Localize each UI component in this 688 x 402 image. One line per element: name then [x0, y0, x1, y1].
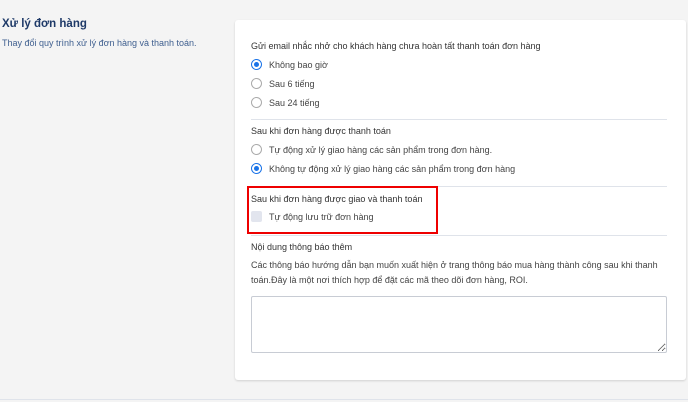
- radio-auto-fulfill[interactable]: Tự động xử lý giao hàng các sản phẩm tro…: [251, 140, 667, 159]
- radio-no-auto-fulfill[interactable]: Không tự động xử lý giao hàng các sản ph…: [251, 159, 667, 178]
- option-label: Tự động xử lý giao hàng các sản phẩm tro…: [269, 144, 493, 155]
- divider: [251, 119, 667, 120]
- extra-notice-description: Các thông báo hướng dẫn bạn muốn xuất hi…: [251, 260, 658, 285]
- radio-icon: [251, 78, 262, 89]
- email-reminder-label: Gửi email nhắc nhở cho khách hàng chưa h…: [251, 41, 541, 51]
- after-paid-group: Sau khi đơn hàng được thanh toán Tự động…: [251, 124, 667, 178]
- divider: [251, 235, 667, 236]
- extra-notice-label: Nội dung thông báo thêm: [251, 242, 353, 252]
- option-label: Không tự động xử lý giao hàng các sản ph…: [269, 163, 516, 174]
- after-paid-label: Sau khi đơn hàng được thanh toán: [251, 126, 391, 136]
- radio-icon: [251, 144, 262, 155]
- radio-selected-icon: [251, 163, 262, 174]
- extra-notice-group: Nội dung thông báo thêm Các thông báo hư…: [251, 240, 667, 288]
- extra-notice-textarea[interactable]: [251, 296, 667, 353]
- radio-selected-icon: [251, 59, 262, 70]
- option-label: Không bao giờ: [269, 59, 328, 70]
- option-label: Sau 6 tiếng: [269, 78, 315, 89]
- section-description: Thay đổi quy trình xử lý đơn hàng và tha…: [2, 38, 197, 48]
- highlight-box: [247, 186, 438, 234]
- radio-24-hours[interactable]: Sau 24 tiếng: [251, 93, 667, 112]
- divider: [0, 399, 688, 400]
- section-title: Xử lý đơn hàng: [2, 18, 87, 30]
- email-reminder-group: Gửi email nhắc nhở cho khách hàng chưa h…: [251, 39, 667, 112]
- option-label: Sau 24 tiếng: [269, 97, 320, 108]
- radio-never[interactable]: Không bao giờ: [251, 55, 667, 74]
- radio-icon: [251, 97, 262, 108]
- order-processing-card: Gửi email nhắc nhở cho khách hàng chưa h…: [235, 20, 686, 380]
- radio-6-hours[interactable]: Sau 6 tiếng: [251, 74, 667, 93]
